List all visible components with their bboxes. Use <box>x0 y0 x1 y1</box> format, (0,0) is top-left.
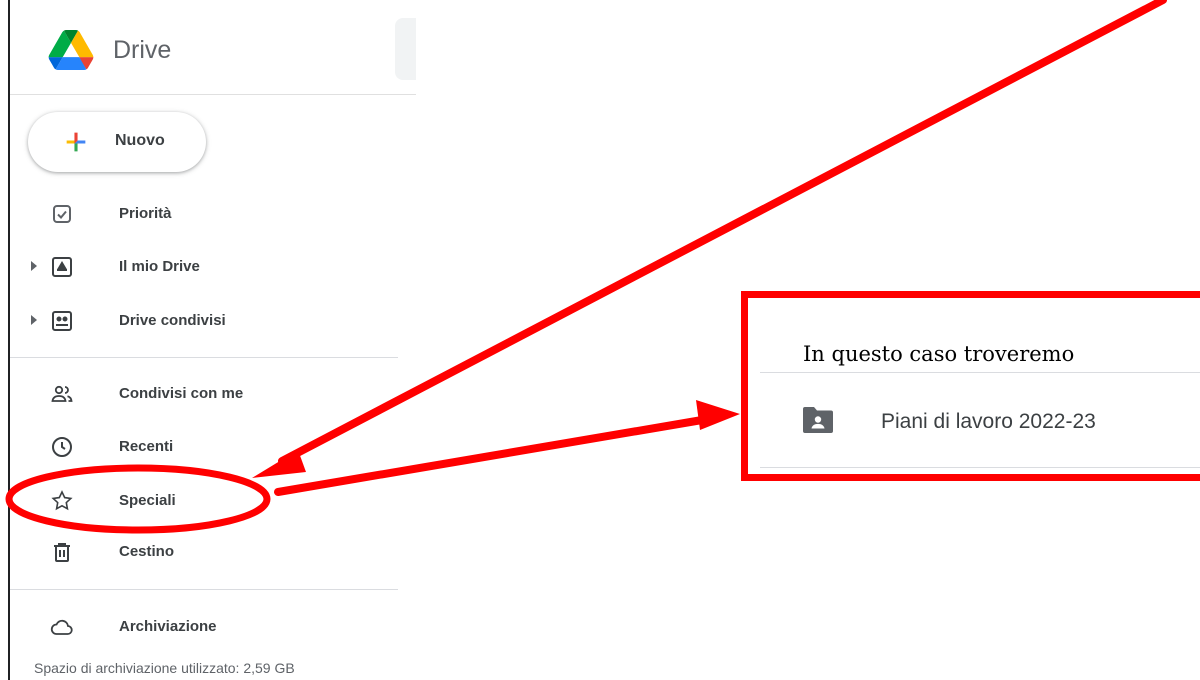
sidebar-item-archiviazione[interactable]: Archiviazione <box>28 607 388 647</box>
new-button[interactable]: Nuovo <box>28 112 206 172</box>
sidebar-item-il-mio-drive[interactable]: Il mio Drive <box>28 247 388 287</box>
storage-usage-text: Spazio di archiviazione utilizzato: 2,59… <box>34 660 295 676</box>
sidebar-divider <box>10 589 398 590</box>
cloud-icon <box>50 619 73 635</box>
folder-row[interactable]: Piani di lavoro 2022-23 <box>760 373 1200 467</box>
app-title: Drive <box>113 36 172 64</box>
plus-icon <box>66 132 86 152</box>
people-icon <box>51 385 73 402</box>
my-drive-icon <box>52 257 72 277</box>
new-button-label: Nuovo <box>115 132 165 149</box>
header-divider <box>10 94 416 95</box>
sidebar-item-label: Drive condivisi <box>119 312 226 329</box>
sidebar-item-label: Il mio Drive <box>119 258 200 275</box>
star-icon <box>51 490 73 511</box>
sidebar-item-label: Cestino <box>119 543 175 560</box>
expand-arrow-icon[interactable] <box>31 315 37 325</box>
sidebar-item-cestino[interactable]: Cestino <box>28 532 388 572</box>
sidebar-item-condivisi-con-me[interactable]: Condivisi con me <box>28 374 388 414</box>
sidebar-item-label: Archiviazione <box>119 618 217 635</box>
sidebar-item-priorita[interactable]: Priorità <box>28 194 388 234</box>
search-bar-stub[interactable] <box>395 18 416 80</box>
priority-check-icon <box>53 205 71 223</box>
callout-caption: In questo caso troveremo <box>803 342 1075 366</box>
drive-logo-icon <box>48 30 94 70</box>
sidebar-item-label: Priorità <box>119 205 172 222</box>
row-divider <box>760 467 1200 468</box>
sidebar-divider <box>10 357 398 358</box>
sidebar-item-drive-condivisi[interactable]: Drive condivisi <box>28 301 388 341</box>
folder-name: Piani di lavoro 2022-23 <box>881 410 1096 433</box>
sidebar-item-recenti[interactable]: Recenti <box>28 427 388 467</box>
trash-icon <box>54 543 70 562</box>
clock-icon <box>52 437 72 457</box>
shared-drives-icon <box>52 311 72 331</box>
sidebar-item-speciali[interactable]: Speciali <box>28 481 388 521</box>
sidebar-item-label: Condivisi con me <box>119 385 244 402</box>
expand-arrow-icon[interactable] <box>31 261 37 271</box>
callout-box: In questo caso troveremo Piani di lavoro… <box>741 291 1200 481</box>
shared-folder-icon <box>803 407 833 433</box>
arrowhead-horizontal <box>696 400 740 430</box>
sidebar-item-label: Speciali <box>119 492 176 509</box>
sidebar-item-label: Recenti <box>119 438 174 455</box>
